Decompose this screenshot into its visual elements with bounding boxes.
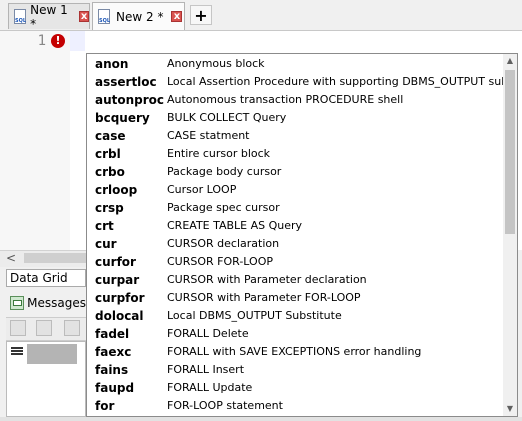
autocomplete-item-autonproc[interactable]: autonproc Autonomous transaction PROCEDUR…	[87, 91, 503, 109]
snippet-keyword: cur	[95, 237, 117, 251]
snippet-keyword: crbl	[95, 147, 121, 161]
snippet-description: Autonomous transaction PROCEDURE shell	[167, 93, 404, 106]
vertical-scrollbar[interactable]: ▲ ▼	[503, 54, 517, 416]
list-icon	[11, 347, 23, 357]
line-number: 1	[37, 33, 46, 49]
export-icon[interactable]	[36, 320, 52, 336]
autocomplete-item-cur[interactable]: cur CURSOR declaration	[87, 235, 503, 253]
messages-tab[interactable]: Messages	[10, 293, 86, 313]
copy-icon[interactable]	[64, 320, 80, 336]
snippet-description: Entire cursor block	[167, 147, 271, 160]
selected-cell[interactable]	[27, 344, 77, 364]
autocomplete-item-bcquery[interactable]: bcquery BULK COLLECT Query	[87, 109, 503, 127]
autocomplete-popup[interactable]: anon Anonymous block assertloc Local Assert…	[86, 53, 518, 417]
snippet-description: FOR-LOOP statement	[167, 399, 283, 412]
snippet-keyword: crbo	[95, 165, 125, 179]
snippet-description: BULK COLLECT Query	[167, 111, 287, 124]
snippet-keyword: dolocal	[95, 309, 144, 323]
autocomplete-item-faexc[interactable]: faexc FORALL with SAVE EXCEPTIONS error h…	[87, 343, 503, 361]
snippet-keyword: bcquery	[95, 111, 150, 125]
autocomplete-item-curfor[interactable]: curfor CURSOR FOR-LOOP	[87, 253, 503, 271]
snippet-keyword: fadel	[95, 327, 130, 341]
snippet-description: CURSOR declaration	[167, 237, 280, 250]
autocomplete-item-assertloc[interactable]: assertloc Local Assertion Procedure with …	[87, 73, 517, 91]
autocomplete-item-crbl[interactable]: crbl Entire cursor block	[87, 145, 503, 163]
status-strip	[0, 417, 522, 421]
snippet-keyword: curpfor	[95, 291, 145, 305]
tab-label: New 2 *	[116, 9, 164, 24]
snippet-keyword: faexc	[95, 345, 132, 359]
snippet-description: CASE statment	[167, 129, 250, 142]
autocomplete-item-for[interactable]: for FOR-LOOP statement	[87, 397, 503, 415]
scrollbar-thumb[interactable]	[24, 253, 86, 263]
autocomplete-item-crt[interactable]: crt CREATE TABLE AS Query	[87, 217, 503, 235]
snippet-keyword: curfor	[95, 255, 136, 269]
autocomplete-item-anon[interactable]: anon Anonymous block	[87, 55, 503, 73]
error-icon[interactable]: !	[51, 34, 65, 48]
snippet-description: CURSOR with Parameter declaration	[167, 273, 367, 286]
snippet-description: FORALL Update	[167, 381, 253, 394]
close-icon[interactable]: x	[171, 11, 183, 22]
autocomplete-item-dolocal[interactable]: dolocal Local DBMS_OUTPUT Substitute	[87, 307, 503, 325]
autocomplete-item-faupd[interactable]: faupd FORALL Update	[87, 379, 503, 397]
autocomplete-item-crsp[interactable]: crsp Package spec cursor	[87, 199, 503, 217]
snippet-description: CREATE TABLE AS Query	[167, 219, 303, 232]
new-tab-button[interactable]: +	[190, 5, 212, 25]
snippet-keyword: assertloc	[95, 75, 157, 89]
autocomplete-item-curpfor[interactable]: curpfor CURSOR with Parameter FOR-LOOP	[87, 289, 503, 307]
sql-file-icon: SQL	[98, 8, 112, 25]
snippet-keyword: for	[95, 399, 115, 413]
snippet-keyword: crloop	[95, 183, 138, 197]
close-icon[interactable]: x	[79, 11, 89, 22]
snippet-keyword: fains	[95, 363, 129, 377]
autocomplete-item-fadel[interactable]: fadel FORALL Delete	[87, 325, 503, 343]
snippet-description: CURSOR FOR-LOOP	[167, 255, 273, 268]
sql-file-icon: SQL	[14, 8, 26, 25]
save-icon[interactable]	[10, 320, 26, 336]
scroll-down-icon[interactable]: ▼	[503, 402, 517, 416]
snippet-description: FORALL with SAVE EXCEPTIONS error handli…	[167, 345, 422, 358]
scroll-left-icon[interactable]: <	[6, 251, 16, 265]
autocomplete-item-curpar[interactable]: curpar CURSOR with Parameter declaration	[87, 271, 503, 289]
snippet-description: Local DBMS_OUTPUT Substitute	[167, 309, 342, 322]
snippet-keyword: autonproc	[95, 93, 165, 107]
snippet-description: Anonymous block	[167, 57, 265, 70]
tab-new-1[interactable]: SQL New 1 * x	[8, 2, 90, 31]
snippet-keyword: crt	[95, 219, 114, 233]
scroll-up-icon[interactable]: ▲	[503, 54, 517, 68]
data-grid-tab[interactable]: Data Grid	[6, 269, 86, 287]
snippet-keyword: faupd	[95, 381, 135, 395]
current-line-highlight	[70, 31, 85, 51]
snippet-description: Cursor LOOP	[167, 183, 237, 196]
editor-gutter	[0, 31, 70, 250]
autocomplete-item-crloop[interactable]: crloop Cursor LOOP	[87, 181, 503, 199]
snippet-description: Local Assertion Procedure with supportin…	[167, 75, 518, 88]
snippet-description: Package spec cursor	[167, 201, 280, 214]
scrollbar-thumb[interactable]	[505, 70, 515, 234]
messages-icon	[10, 296, 25, 310]
snippet-keyword: anon	[95, 57, 129, 71]
snippet-description: Package body cursor	[167, 165, 282, 178]
autocomplete-item-fains[interactable]: fains FORALL Insert	[87, 361, 503, 379]
messages-label: Messages	[27, 296, 86, 310]
autocomplete-item-crbo[interactable]: crbo Package body cursor	[87, 163, 503, 181]
tab-new-2[interactable]: SQL New 2 * x	[92, 2, 185, 30]
snippet-description: FORALL Insert	[167, 363, 245, 376]
snippet-keyword: crsp	[95, 201, 124, 215]
snippet-keyword: curpar	[95, 273, 140, 287]
tab-label: New 1 *	[30, 2, 68, 31]
autocomplete-item-case[interactable]: case CASE statment	[87, 127, 503, 145]
snippet-keyword: case	[95, 129, 126, 143]
snippet-description: CURSOR with Parameter FOR-LOOP	[167, 291, 361, 304]
snippet-description: FORALL Delete	[167, 327, 249, 340]
